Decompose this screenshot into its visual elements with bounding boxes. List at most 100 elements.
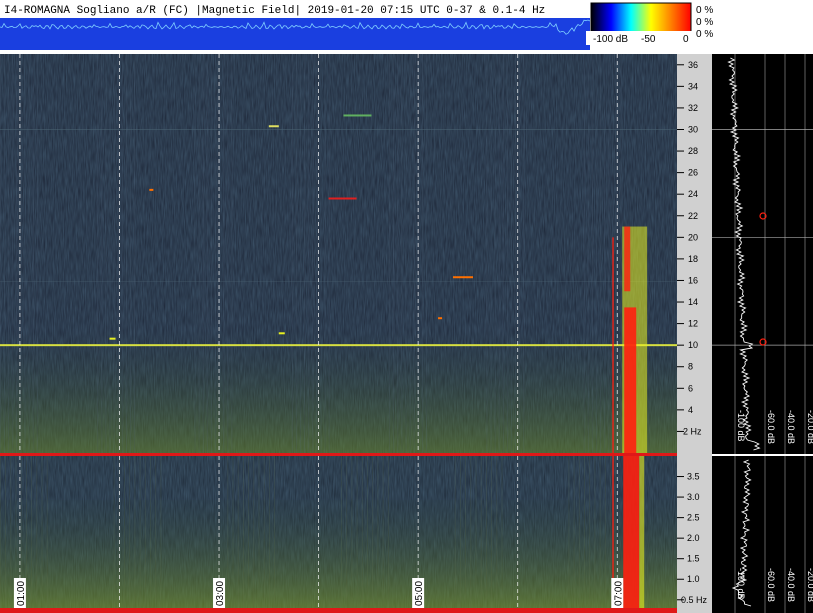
noise-streak bbox=[341, 456, 342, 608]
noise-streak bbox=[41, 456, 43, 608]
noise-streak bbox=[304, 54, 305, 453]
noise-streak bbox=[594, 456, 596, 608]
noise-streak bbox=[409, 54, 411, 453]
noise-streak bbox=[507, 54, 508, 453]
spectrogram-figure: I4-ROMAGNA Sogliano a/R (FC) |Magnetic F… bbox=[0, 0, 813, 613]
noise-streak bbox=[389, 54, 390, 453]
bottom-border bbox=[0, 608, 677, 613]
noise-streak bbox=[211, 54, 212, 453]
noise-streak bbox=[515, 54, 516, 453]
y-tick-label: 16 bbox=[688, 275, 698, 285]
y-tick-label: 0.5 Hz bbox=[681, 595, 708, 605]
noise-streak bbox=[377, 456, 379, 608]
noise-streak bbox=[258, 456, 260, 608]
noise-streak bbox=[129, 456, 131, 608]
noise-streak bbox=[46, 456, 48, 608]
noise-streak bbox=[144, 456, 146, 608]
noise-streak bbox=[470, 456, 472, 608]
noise-streak bbox=[608, 54, 610, 453]
noise-streak bbox=[494, 54, 496, 453]
noise-streak bbox=[592, 54, 593, 453]
noise-streak bbox=[16, 54, 18, 453]
burst-red-upper bbox=[624, 226, 631, 292]
event-blip bbox=[278, 332, 285, 335]
profile-db-label: -100 dB bbox=[736, 568, 746, 600]
page-title: I4-ROMAGNA Sogliano a/R (FC) |Magnetic F… bbox=[4, 5, 545, 17]
noise-streak bbox=[475, 456, 477, 608]
lower-spectrogram: 01:00 03:00 05:00 07:00 bbox=[0, 456, 677, 608]
noise-streak bbox=[97, 54, 99, 453]
y-tick-label: 6 bbox=[688, 383, 693, 393]
lower-profile-panel: -100 dB -60.0 dB -40.0 dB -20.0 dB bbox=[712, 456, 813, 613]
noise-streak bbox=[105, 54, 107, 453]
noise-streak bbox=[206, 54, 208, 453]
burst-red-core bbox=[624, 307, 637, 453]
noise-streak bbox=[291, 54, 293, 453]
y-tick-label: 32 bbox=[688, 103, 698, 113]
profile-db-label: -40.0 dB bbox=[786, 410, 796, 444]
noise-streak bbox=[387, 456, 389, 608]
noise-streak bbox=[237, 456, 239, 608]
noise-streak bbox=[367, 456, 368, 608]
event-blip bbox=[268, 125, 279, 128]
noise-streak bbox=[361, 456, 363, 608]
noise-streak bbox=[243, 456, 244, 608]
noise-streak bbox=[36, 456, 38, 608]
noise-streak bbox=[155, 456, 157, 608]
y-tick-label: 24 bbox=[688, 189, 698, 199]
y-tick-label: 2.5 bbox=[687, 513, 700, 523]
noise-streak bbox=[604, 456, 606, 608]
profile-db-label: -60.0 dB bbox=[766, 568, 776, 602]
colorbar-label-mid: -50 bbox=[641, 34, 656, 45]
noise-streak bbox=[109, 54, 111, 453]
noise-streak bbox=[5, 456, 6, 608]
noise-streak bbox=[215, 54, 216, 453]
noise-streak bbox=[202, 54, 204, 453]
noise-streak bbox=[194, 54, 196, 453]
noise-streak bbox=[130, 54, 131, 453]
noise-streak bbox=[223, 54, 225, 453]
noise-streak bbox=[604, 54, 606, 453]
y-tick-label: 28 bbox=[688, 146, 698, 156]
noise-streak bbox=[10, 456, 12, 608]
y-tick-label: 10 bbox=[688, 340, 698, 350]
noise-streak bbox=[231, 54, 233, 453]
burst-red-lower bbox=[623, 456, 640, 608]
y-tick-label: 26 bbox=[688, 168, 698, 178]
event-blip bbox=[328, 197, 357, 200]
noise-streak bbox=[584, 456, 585, 608]
noise-streak bbox=[382, 456, 384, 608]
noise-streak bbox=[496, 456, 498, 608]
y-tick-label: 20 bbox=[688, 232, 698, 242]
noise-streak bbox=[31, 456, 32, 608]
noise-streak bbox=[113, 456, 115, 608]
colorbar-label-max: 0 bbox=[683, 34, 689, 45]
noise-streak bbox=[568, 456, 570, 608]
y-tick-label: 2 Hz bbox=[683, 426, 702, 436]
noise-streak bbox=[227, 54, 229, 453]
faint-line-30hz bbox=[0, 128, 677, 130]
harmonic-line-10hz bbox=[0, 344, 677, 347]
percent-label-2: 0 % bbox=[696, 17, 713, 28]
y-tick-label: 8 bbox=[688, 362, 693, 372]
noise-streak bbox=[328, 54, 330, 453]
noise-streak bbox=[351, 456, 353, 608]
noise-streak bbox=[502, 54, 504, 453]
profile-db-label: -100 dB bbox=[736, 410, 746, 442]
noise-streak bbox=[316, 54, 318, 453]
y-tick-label: 36 bbox=[688, 60, 698, 70]
waveform-strip bbox=[0, 18, 590, 50]
noise-streak bbox=[620, 54, 622, 453]
noise-streak bbox=[422, 54, 423, 453]
noise-streak bbox=[20, 54, 22, 453]
time-label: 07:00 bbox=[613, 581, 624, 606]
event-blip bbox=[438, 317, 443, 320]
noise-streak bbox=[312, 54, 314, 453]
noise-streak bbox=[12, 54, 14, 453]
noise-streak bbox=[486, 456, 487, 608]
noise-streak bbox=[198, 54, 200, 453]
profile-db-label: -60.0 dB bbox=[766, 410, 776, 444]
noise-streak bbox=[134, 54, 135, 453]
faint-line-16hz bbox=[0, 281, 677, 283]
noise-streak bbox=[0, 456, 1, 608]
